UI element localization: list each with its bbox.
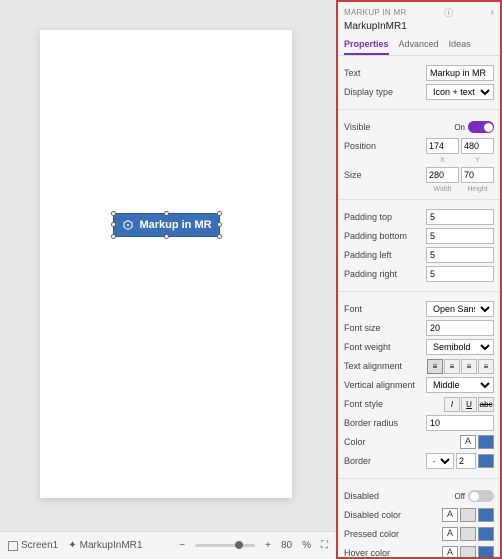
- underline-button[interactable]: U: [461, 397, 477, 412]
- artboard[interactable]: Markup in MR: [40, 30, 292, 498]
- zoom-slider[interactable]: [195, 544, 255, 547]
- screen-icon: [8, 541, 18, 551]
- tab-advanced[interactable]: Advanced: [399, 36, 439, 55]
- control-icon: ✦: [68, 540, 76, 551]
- help-icon[interactable]: ⓘ: [444, 6, 453, 19]
- panel-type-label: MARKUP IN MR: [344, 8, 407, 17]
- visible-toggle[interactable]: [468, 121, 494, 133]
- align-center-button[interactable]: ≡: [444, 359, 460, 374]
- border-label: Border: [344, 456, 426, 466]
- italic-button[interactable]: I: [444, 397, 460, 412]
- disabled-toggle[interactable]: [468, 490, 494, 502]
- position-x-input[interactable]: [426, 138, 459, 154]
- padding-top-input[interactable]: [426, 209, 494, 225]
- padding-left-label: Padding left: [344, 250, 426, 260]
- color-label: Color: [344, 437, 460, 447]
- pressed-border-swatch[interactable]: [478, 527, 494, 541]
- canvas-area: Markup in MR: [0, 0, 336, 530]
- resize-handle[interactable]: [164, 234, 169, 239]
- border-width-input[interactable]: [456, 453, 476, 469]
- hover-border-swatch[interactable]: [478, 546, 494, 559]
- disabled-text-swatch[interactable]: A: [442, 508, 458, 522]
- zoom-out-button[interactable]: −: [179, 540, 185, 551]
- hover-color-label: Hover color: [344, 548, 442, 558]
- padding-bottom-input[interactable]: [426, 228, 494, 244]
- button-label: Markup in MR: [139, 219, 211, 231]
- size-h-input[interactable]: [461, 167, 494, 183]
- visible-label: Visible: [344, 122, 454, 132]
- padding-top-label: Padding top: [344, 212, 426, 222]
- control-name: MarkupInMR1: [338, 21, 500, 36]
- tab-properties[interactable]: Properties: [344, 36, 389, 55]
- hover-fill-swatch[interactable]: [460, 546, 476, 559]
- mr-cube-icon: [121, 218, 135, 232]
- padding-right-label: Padding right: [344, 269, 426, 279]
- resize-handle[interactable]: [217, 211, 222, 216]
- text-input[interactable]: [426, 65, 494, 81]
- resize-handle[interactable]: [217, 234, 222, 239]
- disabled-fill-swatch[interactable]: [460, 508, 476, 522]
- breadcrumb-control[interactable]: ✦MarkupInMR1: [68, 540, 142, 551]
- status-bar: Screen1 ✦MarkupInMR1 − + 80 % ⛶: [0, 531, 336, 559]
- hover-text-swatch[interactable]: A: [442, 546, 458, 559]
- font-weight-label: Font weight: [344, 342, 426, 352]
- disabled-border-swatch[interactable]: [478, 508, 494, 522]
- padding-right-input[interactable]: [426, 266, 494, 282]
- border-radius-label: Border radius: [344, 418, 426, 428]
- font-weight-select[interactable]: Semibold: [426, 339, 494, 355]
- fill-color-swatch[interactable]: [478, 435, 494, 449]
- resize-handle[interactable]: [111, 234, 116, 239]
- markup-in-mr-button[interactable]: Markup in MR: [113, 213, 220, 237]
- properties-panel: MARKUP IN MR ⓘ › MarkupInMR1 Properties …: [336, 0, 502, 559]
- display-type-label: Display type: [344, 87, 426, 97]
- text-align-label: Text alignment: [344, 361, 427, 371]
- resize-handle[interactable]: [217, 222, 222, 227]
- vert-align-select[interactable]: Middle: [426, 377, 494, 393]
- zoom-value: 80: [281, 540, 292, 551]
- pressed-color-label: Pressed color: [344, 529, 442, 539]
- align-justify-button[interactable]: ≡: [478, 359, 494, 374]
- size-w-input[interactable]: [426, 167, 459, 183]
- border-radius-input[interactable]: [426, 415, 494, 431]
- breadcrumb-screen[interactable]: Screen1: [8, 540, 58, 551]
- align-right-button[interactable]: ≡: [461, 359, 477, 374]
- font-select[interactable]: Open Sans: [426, 301, 494, 317]
- tab-ideas[interactable]: Ideas: [449, 36, 471, 55]
- position-label: Position: [344, 141, 426, 151]
- disabled-label: Disabled: [344, 491, 454, 501]
- text-color-swatch[interactable]: A: [460, 435, 476, 449]
- text-label: Text: [344, 68, 426, 78]
- position-y-input[interactable]: [461, 138, 494, 154]
- font-size-label: Font size: [344, 323, 426, 333]
- align-left-button[interactable]: ≡: [427, 359, 443, 374]
- zoom-in-button[interactable]: +: [265, 540, 271, 551]
- strike-button[interactable]: abc: [478, 397, 494, 412]
- resize-handle[interactable]: [164, 211, 169, 216]
- resize-handle[interactable]: [111, 222, 116, 227]
- display-type-select[interactable]: Icon + text: [426, 84, 494, 100]
- chevron-right-icon[interactable]: ›: [491, 7, 494, 18]
- fit-screen-icon[interactable]: ⛶: [321, 540, 328, 551]
- border-style-select[interactable]: —: [426, 453, 454, 469]
- font-label: Font: [344, 304, 426, 314]
- size-label: Size: [344, 170, 426, 180]
- font-size-input[interactable]: [426, 320, 494, 336]
- padding-left-input[interactable]: [426, 247, 494, 263]
- zoom-thumb[interactable]: [235, 541, 243, 549]
- border-color-swatch[interactable]: [478, 454, 494, 468]
- font-style-label: Font style: [344, 399, 444, 409]
- padding-bottom-label: Padding bottom: [344, 231, 426, 241]
- disabled-color-label: Disabled color: [344, 510, 442, 520]
- vert-align-label: Vertical alignment: [344, 380, 426, 390]
- pressed-text-swatch[interactable]: A: [442, 527, 458, 541]
- resize-handle[interactable]: [111, 211, 116, 216]
- pressed-fill-swatch[interactable]: [460, 527, 476, 541]
